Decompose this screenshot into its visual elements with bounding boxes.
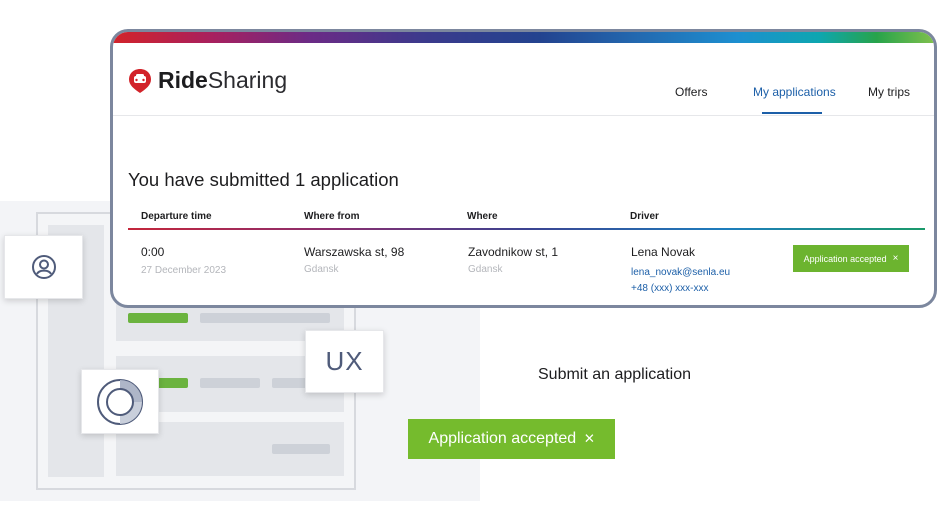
car-pin-icon [129, 68, 151, 93]
driver-phone-link[interactable]: +48 (xxx) xxx-xxx [631, 283, 709, 294]
status-badge-label: Application accepted [803, 253, 887, 264]
app-header: RideSharing Offers My applications My tr… [113, 43, 934, 116]
to-city: Gdansk [468, 264, 503, 275]
from-city: Gdansk [304, 264, 339, 275]
wireframe-bar [200, 378, 260, 388]
close-icon[interactable]: × [584, 430, 594, 448]
user-icon [31, 255, 56, 279]
logo-text-light: Sharing [207, 67, 288, 93]
app-window: RideSharing Offers My applications My tr… [110, 29, 937, 308]
wireframe-bar [200, 313, 330, 323]
user-card [4, 235, 83, 299]
wireframe-bar-green [156, 378, 188, 388]
table-header-divider [128, 228, 925, 230]
column-header-from: Where from [304, 211, 360, 222]
brand-gradient-strip [113, 32, 934, 43]
to-street: Zavodnikow st, 1 [468, 245, 559, 259]
ring-chart-icon [97, 378, 143, 425]
wireframe-bar [272, 444, 330, 454]
driver-email-link[interactable]: lena_novak@senla.eu [631, 267, 730, 278]
driver-name: Lena Novak [631, 245, 696, 259]
ring-chart-card [81, 369, 159, 434]
ux-label: UX [325, 346, 364, 376]
from-street: Warszawska st, 98 [304, 245, 405, 259]
departure-date: 27 December 2023 [141, 265, 227, 276]
status-badge: Application accepted × [793, 245, 909, 272]
nav-active-underline [762, 112, 822, 114]
column-header-departure: Departure time [141, 211, 212, 222]
submit-application-label: Submit an application [538, 366, 691, 383]
column-header-where: Where [467, 211, 498, 222]
wireframe-bar-green [128, 313, 188, 323]
page-title: You have submitted 1 application [128, 169, 399, 190]
column-header-driver: Driver [630, 211, 659, 222]
close-icon[interactable]: × [893, 253, 899, 264]
ux-card: UX [305, 330, 384, 393]
nav-my-applications[interactable]: My applications [753, 85, 836, 99]
nav-my-trips[interactable]: My trips [868, 85, 910, 99]
nav-offers[interactable]: Offers [675, 85, 707, 99]
departure-time: 0:00 [141, 245, 165, 259]
logo[interactable]: RideSharing [128, 67, 287, 94]
logo-text-bold: Ride [158, 67, 208, 93]
application-accepted-label: Application accepted [428, 430, 577, 447]
application-accepted-badge: Application accepted × [408, 419, 615, 459]
